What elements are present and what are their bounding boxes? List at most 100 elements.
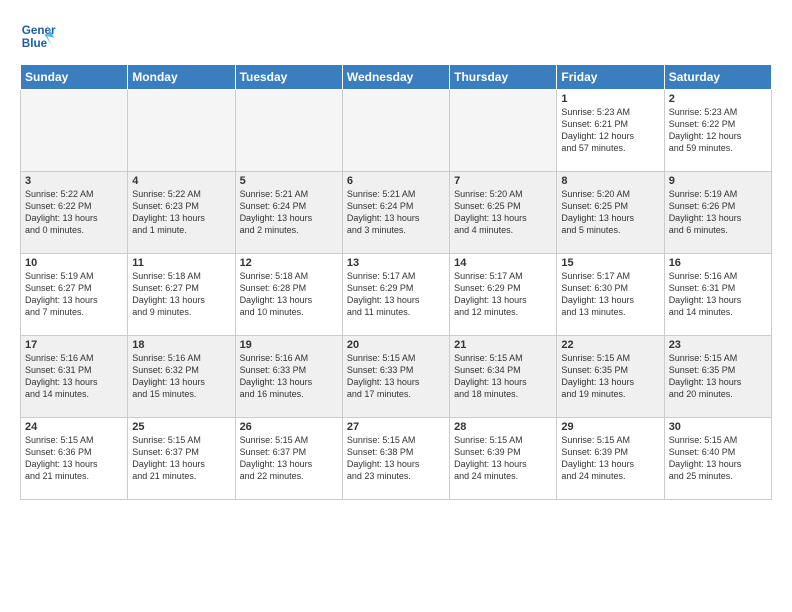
- weekday-header: Monday: [128, 65, 235, 90]
- day-info: Sunrise: 5:23 AM Sunset: 6:21 PM Dayligh…: [561, 106, 659, 155]
- calendar-day-cell: 12Sunrise: 5:18 AM Sunset: 6:28 PM Dayli…: [235, 254, 342, 336]
- calendar-week-row: 24Sunrise: 5:15 AM Sunset: 6:36 PM Dayli…: [21, 418, 772, 500]
- day-number: 27: [347, 421, 445, 433]
- calendar-day-cell: 7Sunrise: 5:20 AM Sunset: 6:25 PM Daylig…: [450, 172, 557, 254]
- day-number: 2: [669, 93, 767, 105]
- calendar-day-cell: [128, 90, 235, 172]
- calendar-day-cell: 23Sunrise: 5:15 AM Sunset: 6:35 PM Dayli…: [664, 336, 771, 418]
- calendar-day-cell: 21Sunrise: 5:15 AM Sunset: 6:34 PM Dayli…: [450, 336, 557, 418]
- calendar-day-cell: 20Sunrise: 5:15 AM Sunset: 6:33 PM Dayli…: [342, 336, 449, 418]
- page: General Blue SundayMondayTuesdayWednesda…: [0, 0, 792, 510]
- day-info: Sunrise: 5:21 AM Sunset: 6:24 PM Dayligh…: [347, 188, 445, 237]
- weekday-header: Saturday: [664, 65, 771, 90]
- calendar-week-row: 10Sunrise: 5:19 AM Sunset: 6:27 PM Dayli…: [21, 254, 772, 336]
- calendar-day-cell: [21, 90, 128, 172]
- day-number: 10: [25, 257, 123, 269]
- calendar-week-row: 1Sunrise: 5:23 AM Sunset: 6:21 PM Daylig…: [21, 90, 772, 172]
- calendar-day-cell: [342, 90, 449, 172]
- day-info: Sunrise: 5:15 AM Sunset: 6:35 PM Dayligh…: [561, 352, 659, 401]
- day-info: Sunrise: 5:16 AM Sunset: 6:31 PM Dayligh…: [669, 270, 767, 319]
- calendar-day-cell: 25Sunrise: 5:15 AM Sunset: 6:37 PM Dayli…: [128, 418, 235, 500]
- calendar-day-cell: 30Sunrise: 5:15 AM Sunset: 6:40 PM Dayli…: [664, 418, 771, 500]
- weekday-header: Friday: [557, 65, 664, 90]
- day-info: Sunrise: 5:15 AM Sunset: 6:39 PM Dayligh…: [454, 434, 552, 483]
- calendar-day-cell: 14Sunrise: 5:17 AM Sunset: 6:29 PM Dayli…: [450, 254, 557, 336]
- day-number: 9: [669, 175, 767, 187]
- calendar-week-row: 3Sunrise: 5:22 AM Sunset: 6:22 PM Daylig…: [21, 172, 772, 254]
- calendar-week-row: 17Sunrise: 5:16 AM Sunset: 6:31 PM Dayli…: [21, 336, 772, 418]
- day-number: 18: [132, 339, 230, 351]
- day-number: 30: [669, 421, 767, 433]
- day-info: Sunrise: 5:15 AM Sunset: 6:40 PM Dayligh…: [669, 434, 767, 483]
- calendar-day-cell: 22Sunrise: 5:15 AM Sunset: 6:35 PM Dayli…: [557, 336, 664, 418]
- calendar-day-cell: 4Sunrise: 5:22 AM Sunset: 6:23 PM Daylig…: [128, 172, 235, 254]
- day-number: 17: [25, 339, 123, 351]
- day-number: 1: [561, 93, 659, 105]
- day-number: 7: [454, 175, 552, 187]
- day-info: Sunrise: 5:16 AM Sunset: 6:32 PM Dayligh…: [132, 352, 230, 401]
- svg-text:Blue: Blue: [22, 37, 48, 50]
- day-number: 11: [132, 257, 230, 269]
- day-info: Sunrise: 5:17 AM Sunset: 6:30 PM Dayligh…: [561, 270, 659, 319]
- day-number: 21: [454, 339, 552, 351]
- day-number: 22: [561, 339, 659, 351]
- day-info: Sunrise: 5:19 AM Sunset: 6:27 PM Dayligh…: [25, 270, 123, 319]
- day-number: 28: [454, 421, 552, 433]
- day-number: 4: [132, 175, 230, 187]
- day-info: Sunrise: 5:18 AM Sunset: 6:28 PM Dayligh…: [240, 270, 338, 319]
- day-info: Sunrise: 5:20 AM Sunset: 6:25 PM Dayligh…: [454, 188, 552, 237]
- logo-icon: General Blue: [20, 18, 56, 54]
- calendar-day-cell: 1Sunrise: 5:23 AM Sunset: 6:21 PM Daylig…: [557, 90, 664, 172]
- header: General Blue: [20, 18, 772, 54]
- weekday-header: Tuesday: [235, 65, 342, 90]
- calendar-day-cell: 17Sunrise: 5:16 AM Sunset: 6:31 PM Dayli…: [21, 336, 128, 418]
- day-info: Sunrise: 5:17 AM Sunset: 6:29 PM Dayligh…: [347, 270, 445, 319]
- day-number: 15: [561, 257, 659, 269]
- day-number: 13: [347, 257, 445, 269]
- day-info: Sunrise: 5:15 AM Sunset: 6:33 PM Dayligh…: [347, 352, 445, 401]
- day-info: Sunrise: 5:15 AM Sunset: 6:37 PM Dayligh…: [132, 434, 230, 483]
- day-number: 29: [561, 421, 659, 433]
- day-number: 24: [25, 421, 123, 433]
- calendar-day-cell: 26Sunrise: 5:15 AM Sunset: 6:37 PM Dayli…: [235, 418, 342, 500]
- calendar-day-cell: 28Sunrise: 5:15 AM Sunset: 6:39 PM Dayli…: [450, 418, 557, 500]
- logo: General Blue: [20, 18, 56, 54]
- day-info: Sunrise: 5:15 AM Sunset: 6:37 PM Dayligh…: [240, 434, 338, 483]
- day-info: Sunrise: 5:16 AM Sunset: 6:31 PM Dayligh…: [25, 352, 123, 401]
- day-number: 20: [347, 339, 445, 351]
- day-info: Sunrise: 5:22 AM Sunset: 6:23 PM Dayligh…: [132, 188, 230, 237]
- day-info: Sunrise: 5:15 AM Sunset: 6:34 PM Dayligh…: [454, 352, 552, 401]
- calendar-day-cell: 19Sunrise: 5:16 AM Sunset: 6:33 PM Dayli…: [235, 336, 342, 418]
- day-info: Sunrise: 5:15 AM Sunset: 6:35 PM Dayligh…: [669, 352, 767, 401]
- calendar-day-cell: 2Sunrise: 5:23 AM Sunset: 6:22 PM Daylig…: [664, 90, 771, 172]
- calendar-day-cell: 10Sunrise: 5:19 AM Sunset: 6:27 PM Dayli…: [21, 254, 128, 336]
- calendar-day-cell: 6Sunrise: 5:21 AM Sunset: 6:24 PM Daylig…: [342, 172, 449, 254]
- calendar-day-cell: 27Sunrise: 5:15 AM Sunset: 6:38 PM Dayli…: [342, 418, 449, 500]
- day-number: 23: [669, 339, 767, 351]
- day-number: 19: [240, 339, 338, 351]
- day-info: Sunrise: 5:20 AM Sunset: 6:25 PM Dayligh…: [561, 188, 659, 237]
- weekday-header: Wednesday: [342, 65, 449, 90]
- day-info: Sunrise: 5:21 AM Sunset: 6:24 PM Dayligh…: [240, 188, 338, 237]
- calendar-day-cell: [235, 90, 342, 172]
- day-number: 16: [669, 257, 767, 269]
- weekday-header: Thursday: [450, 65, 557, 90]
- weekday-header-row: SundayMondayTuesdayWednesdayThursdayFrid…: [21, 65, 772, 90]
- calendar-day-cell: 15Sunrise: 5:17 AM Sunset: 6:30 PM Dayli…: [557, 254, 664, 336]
- calendar: SundayMondayTuesdayWednesdayThursdayFrid…: [20, 64, 772, 500]
- calendar-day-cell: 5Sunrise: 5:21 AM Sunset: 6:24 PM Daylig…: [235, 172, 342, 254]
- day-number: 14: [454, 257, 552, 269]
- weekday-header: Sunday: [21, 65, 128, 90]
- day-number: 26: [240, 421, 338, 433]
- calendar-day-cell: 13Sunrise: 5:17 AM Sunset: 6:29 PM Dayli…: [342, 254, 449, 336]
- day-number: 8: [561, 175, 659, 187]
- day-info: Sunrise: 5:18 AM Sunset: 6:27 PM Dayligh…: [132, 270, 230, 319]
- day-number: 25: [132, 421, 230, 433]
- calendar-day-cell: 9Sunrise: 5:19 AM Sunset: 6:26 PM Daylig…: [664, 172, 771, 254]
- day-info: Sunrise: 5:16 AM Sunset: 6:33 PM Dayligh…: [240, 352, 338, 401]
- calendar-day-cell: [450, 90, 557, 172]
- day-number: 6: [347, 175, 445, 187]
- calendar-day-cell: 11Sunrise: 5:18 AM Sunset: 6:27 PM Dayli…: [128, 254, 235, 336]
- day-info: Sunrise: 5:15 AM Sunset: 6:36 PM Dayligh…: [25, 434, 123, 483]
- day-info: Sunrise: 5:22 AM Sunset: 6:22 PM Dayligh…: [25, 188, 123, 237]
